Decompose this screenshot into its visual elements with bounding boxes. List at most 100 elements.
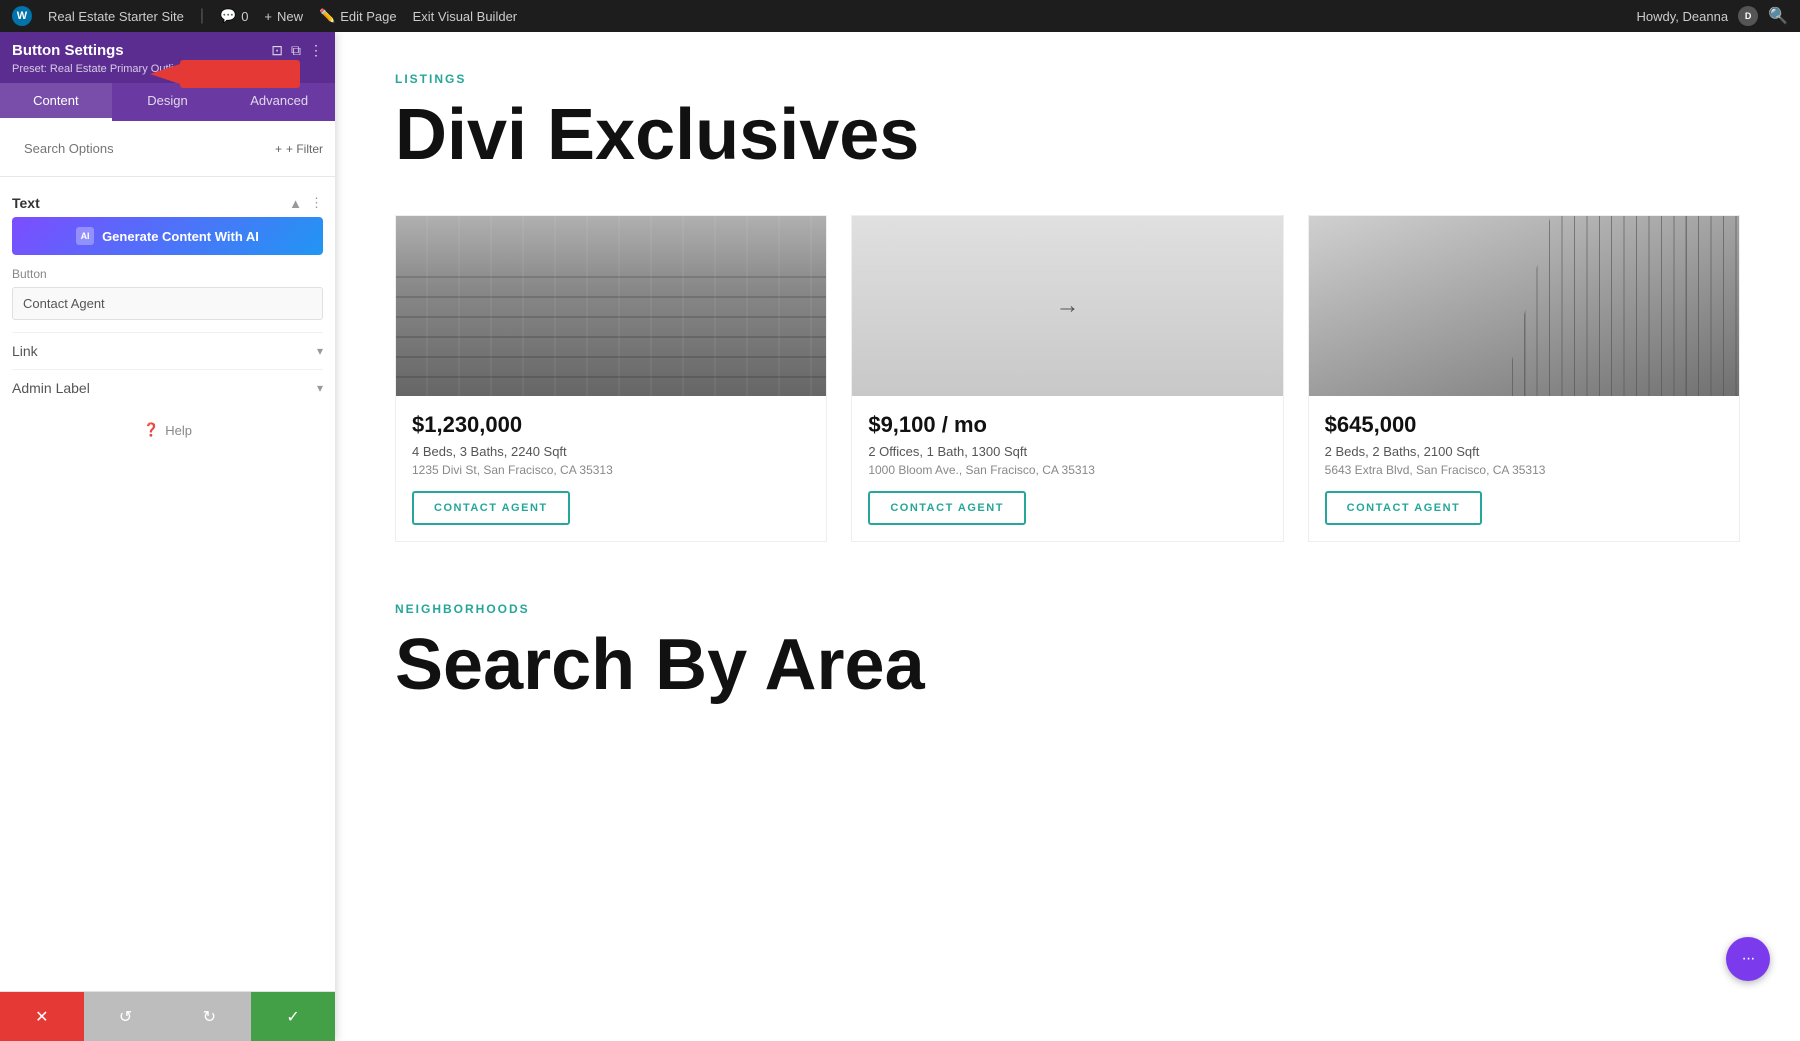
listing-address-3: 5643 Extra Blvd, San Fracisco, CA 35313 — [1325, 463, 1723, 477]
howdy-text: Howdy, Deanna — [1637, 9, 1729, 24]
panel-search-bar: + + Filter — [0, 121, 335, 177]
save-icon: ✓ — [286, 1007, 299, 1027]
listing-price-2: $9,100 / mo — [868, 412, 1266, 438]
collapse-icon[interactable]: ▲ — [289, 196, 302, 211]
admin-label-chevron-icon: ▾ — [317, 381, 323, 395]
filter-icon: + — [275, 142, 282, 156]
listing-info-2: $9,100 / mo 2 Offices, 1 Bath, 1300 Sqft… — [852, 396, 1282, 541]
close-icon: ✕ — [35, 1007, 48, 1027]
exit-builder-label: Exit Visual Builder — [413, 9, 518, 24]
text-section-icons: ▲ ⋮ — [289, 195, 323, 211]
listings-section: LISTINGS Divi Exclusives $1,230,000 4 Be… — [395, 72, 1740, 542]
main-page-title: Divi Exclusives — [395, 96, 1740, 175]
listings-grid: $1,230,000 4 Beds, 3 Baths, 2240 Sqft 12… — [395, 215, 1740, 542]
admin-bar-site-name[interactable]: Real Estate Starter Site — [48, 9, 184, 24]
admin-bar-right: Howdy, Deanna D 🔍 — [1637, 6, 1788, 26]
listing-image-2: → — [852, 216, 1282, 396]
button-subsection: Button — [12, 267, 323, 332]
admin-bar: W Real Estate Starter Site | 💬 0 + New ✏… — [0, 0, 1800, 32]
listing-price-3: $645,000 — [1325, 412, 1723, 438]
search-options-input[interactable] — [12, 131, 267, 166]
panel-title-row: Button Settings ⊡ ⧉ ⋮ — [12, 42, 323, 59]
close-button[interactable]: ✕ — [0, 992, 84, 1041]
text-section-more-icon[interactable]: ⋮ — [310, 195, 323, 211]
preset-label: Preset: Real Estate Primary Outline Smal… — [12, 63, 216, 75]
button-text-input[interactable] — [12, 287, 323, 320]
link-chevron-icon: ▾ — [317, 344, 323, 358]
help-row[interactable]: ❓ Help — [12, 406, 323, 448]
admin-label-section-title: Admin Label — [12, 380, 90, 396]
admin-bar-exit-builder[interactable]: Exit Visual Builder — [413, 9, 518, 24]
floating-action-button[interactable]: ··· — [1726, 937, 1770, 981]
listing-details-3: 2 Beds, 2 Baths, 2100 Sqft — [1325, 444, 1723, 459]
tab-advanced[interactable]: Advanced — [223, 83, 335, 121]
pencil-icon: ✏️ — [319, 8, 335, 24]
ai-icon: AI — [76, 227, 94, 245]
left-panel: Button Settings ⊡ ⧉ ⋮ Preset: Real Estat… — [0, 32, 335, 1041]
listing-image-3 — [1309, 216, 1739, 396]
text-section-title: Text — [12, 195, 40, 211]
listing-image-1 — [396, 216, 826, 396]
comment-icon: 💬 — [220, 8, 236, 24]
contact-agent-button-2[interactable]: CONTACT AGENT — [868, 491, 1026, 525]
filter-button[interactable]: + + Filter — [275, 142, 323, 156]
listing-info-1: $1,230,000 4 Beds, 3 Baths, 2240 Sqft 12… — [396, 396, 826, 541]
admin-bar-new[interactable]: + New — [264, 9, 303, 24]
listing-info-3: $645,000 2 Beds, 2 Baths, 2100 Sqft 5643… — [1309, 396, 1739, 541]
user-avatar[interactable]: D — [1738, 6, 1758, 26]
separator-1: | — [200, 7, 204, 25]
contact-agent-button-1[interactable]: CONTACT AGENT — [412, 491, 570, 525]
main-layout: Button Settings ⊡ ⧉ ⋮ Preset: Real Estat… — [0, 32, 1800, 1041]
button-subsection-label: Button — [12, 267, 323, 281]
listing-price-1: $1,230,000 — [412, 412, 810, 438]
panel-header: Button Settings ⊡ ⧉ ⋮ Preset: Real Estat… — [0, 32, 335, 83]
responsive-icon[interactable]: ⊡ — [271, 42, 283, 59]
help-label: Help — [165, 423, 192, 438]
panel-title: Button Settings — [12, 42, 124, 59]
neighborhoods-title: Search By Area — [395, 626, 1740, 705]
undo-button[interactable]: ↺ — [84, 992, 168, 1041]
arrow-icon: → — [1055, 292, 1079, 320]
admin-label-section[interactable]: Admin Label ▾ — [12, 369, 323, 406]
ai-generate-button[interactable]: AI Generate Content With AI — [12, 217, 323, 255]
link-section[interactable]: Link ▾ — [12, 332, 323, 369]
listing-card-2: → $9,100 / mo 2 Offices, 1 Bath, 1300 Sq… — [851, 215, 1283, 542]
panel-tabs: Content Design Advanced — [0, 83, 335, 121]
filter-label: + Filter — [286, 142, 323, 156]
save-button[interactable]: ✓ — [251, 992, 335, 1041]
redo-button[interactable]: ↻ — [168, 992, 252, 1041]
admin-search-icon[interactable]: 🔍 — [1768, 6, 1788, 26]
help-circle-icon: ❓ — [143, 422, 159, 438]
preset-chevron-icon: ▾ — [220, 64, 225, 75]
listing-details-2: 2 Offices, 1 Bath, 1300 Sqft — [868, 444, 1266, 459]
listings-section-label: LISTINGS — [395, 72, 1740, 86]
floating-btn-icon: ··· — [1742, 950, 1755, 968]
content-area: LISTINGS Divi Exclusives $1,230,000 4 Be… — [335, 32, 1800, 1041]
listing-card: $1,230,000 4 Beds, 3 Baths, 2240 Sqft 12… — [395, 215, 827, 542]
admin-bar-edit-page[interactable]: ✏️ Edit Page — [319, 8, 397, 24]
more-icon[interactable]: ⋮ — [309, 42, 323, 59]
redo-icon: ↻ — [203, 1007, 216, 1027]
wp-icon[interactable]: W — [12, 6, 32, 26]
text-section-header[interactable]: Text ▲ ⋮ — [12, 189, 323, 217]
tab-content[interactable]: Content — [0, 83, 112, 121]
plus-icon: + — [264, 9, 272, 24]
panel-content: Text ▲ ⋮ AI Generate Content With AI But… — [0, 177, 335, 991]
ai-generate-label: Generate Content With AI — [102, 229, 259, 244]
neighborhoods-section: NEIGHBORHOODS Search By Area — [395, 602, 1740, 705]
link-section-title: Link — [12, 343, 38, 359]
copy-icon[interactable]: ⧉ — [291, 42, 301, 59]
panel-header-icons: ⊡ ⧉ ⋮ — [271, 42, 323, 59]
panel-preset[interactable]: Preset: Real Estate Primary Outline Smal… — [12, 63, 323, 75]
tab-design[interactable]: Design — [112, 83, 224, 121]
new-label: New — [277, 9, 303, 24]
edit-page-label: Edit Page — [340, 9, 396, 24]
listing-card-3: $645,000 2 Beds, 2 Baths, 2100 Sqft 5643… — [1308, 215, 1740, 542]
comments-count: 0 — [241, 9, 248, 24]
text-section: Text ▲ ⋮ AI Generate Content With AI But… — [12, 189, 323, 332]
admin-bar-comments[interactable]: 💬 0 — [220, 8, 248, 24]
listing-details-1: 4 Beds, 3 Baths, 2240 Sqft — [412, 444, 810, 459]
listing-address-1: 1235 Divi St, San Fracisco, CA 35313 — [412, 463, 810, 477]
contact-agent-button-3[interactable]: CONTACT AGENT — [1325, 491, 1483, 525]
site-name-label: Real Estate Starter Site — [48, 9, 184, 24]
